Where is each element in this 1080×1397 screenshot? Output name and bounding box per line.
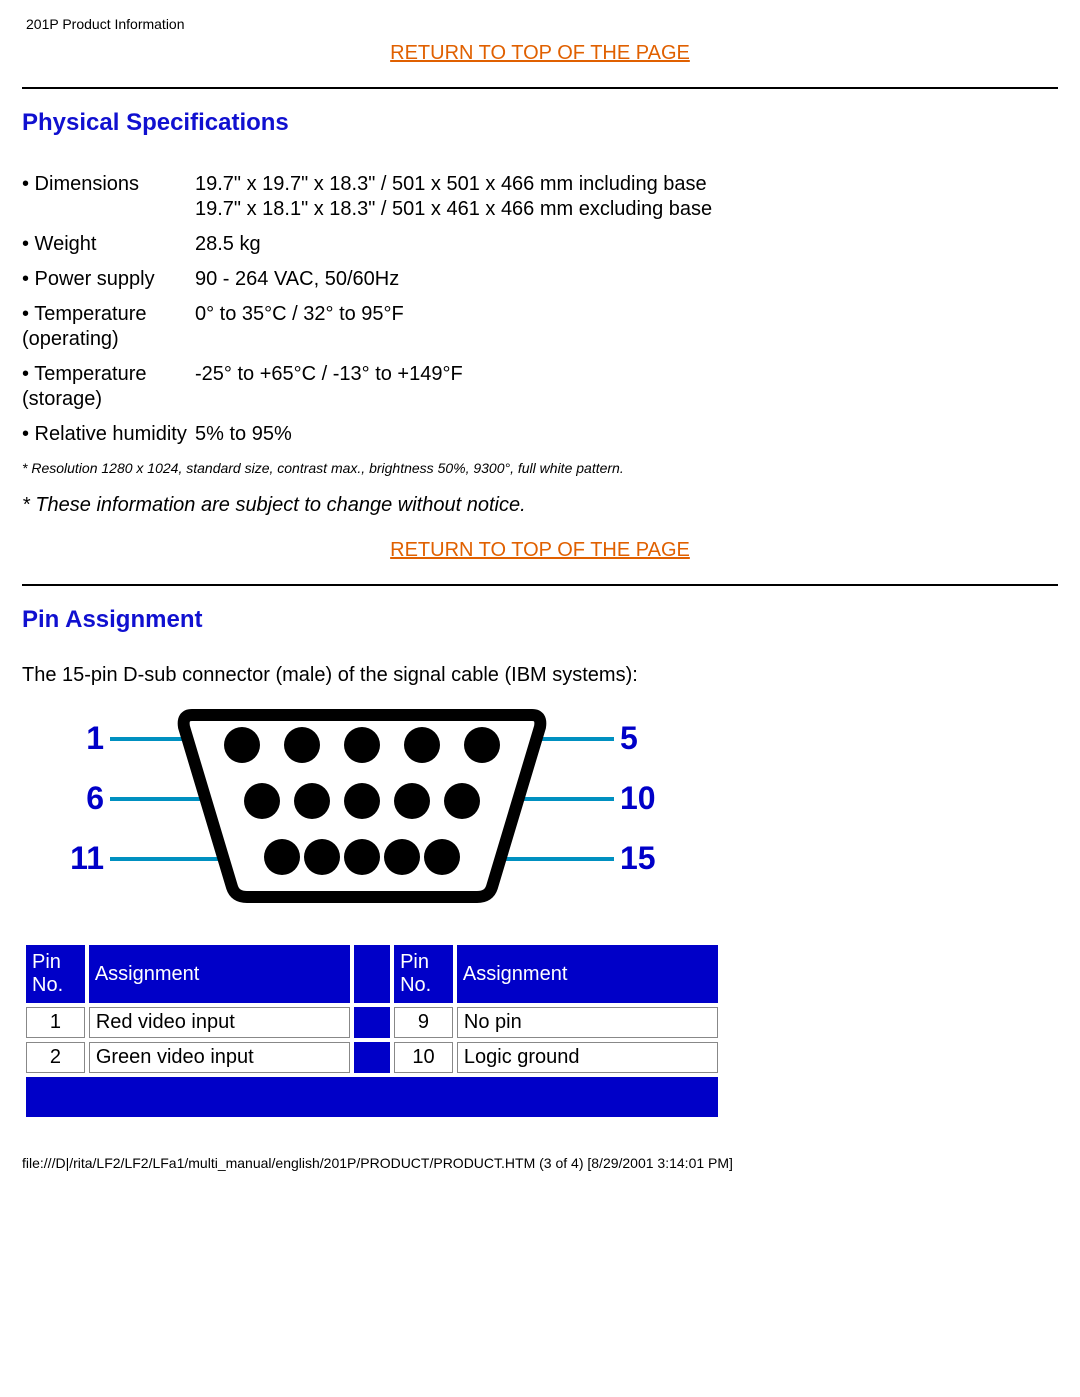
spec-label-power: • Power supply xyxy=(22,262,195,297)
pin-table: Pin No. Assignment Pin No. Assignment 1 … xyxy=(22,941,722,1121)
spec-label-temp-st: • Temperature (storage) xyxy=(22,357,195,417)
pin-assign: No pin xyxy=(457,1007,718,1038)
table-row xyxy=(26,1077,718,1117)
return-top-link[interactable]: RETURN TO TOP OF THE PAGE xyxy=(390,42,690,64)
return-top-link-2[interactable]: RETURN TO TOP OF THE PAGE xyxy=(390,539,690,561)
pin-label-5: 5 xyxy=(620,720,638,756)
pin-gap xyxy=(354,1007,390,1038)
pin-header-assign-right: Assignment xyxy=(457,945,718,1003)
spec-label-dimensions: • Dimensions xyxy=(22,167,195,227)
pin-no: 9 xyxy=(394,1007,453,1038)
table-row: 2 Green video input 10 Logic ground xyxy=(26,1042,718,1073)
physical-specs-heading: Physical Specifications xyxy=(22,109,1058,137)
pin-gap-block xyxy=(26,1077,718,1117)
spec-value-weight: 28.5 kg xyxy=(195,227,720,262)
disclaimer: * These information are subject to chang… xyxy=(22,494,1058,517)
pin-header-assign-left: Assignment xyxy=(89,945,350,1003)
footnote: * Resolution 1280 x 1024, standard size,… xyxy=(22,460,1058,476)
spec-value-humidity: 5% to 95% xyxy=(195,417,720,452)
spec-value-temp-op: 0° to 35°C / 32° to 95°F xyxy=(195,297,720,357)
spec-label-humidity: • Relative humidity xyxy=(22,417,195,452)
divider xyxy=(22,87,1058,89)
pin-label-15: 15 xyxy=(620,840,656,876)
spec-value-temp-st: -25° to +65°C / -13° to +149°F xyxy=(195,357,720,417)
pin-label-1: 1 xyxy=(86,720,104,756)
divider xyxy=(22,584,1058,586)
pin-assign: Green video input xyxy=(89,1042,350,1073)
dsub-diagram: 1 6 11 5 10 15 xyxy=(22,697,1058,913)
pin-gap xyxy=(354,1042,390,1073)
pin-label-10: 10 xyxy=(620,780,656,816)
pin-no: 1 xyxy=(26,1007,85,1038)
page-header: 201P Product Information xyxy=(26,16,1058,32)
spec-label-temp-op: • Temperature (operating) xyxy=(22,297,195,357)
spec-label-weight: • Weight xyxy=(22,227,195,262)
pin-assign: Logic ground xyxy=(457,1042,718,1073)
pin-no: 10 xyxy=(394,1042,453,1073)
spec-value-power: 90 - 264 VAC, 50/60Hz xyxy=(195,262,720,297)
page-footer-path: file:///D|/rita/LF2/LF2/LFa1/multi_manua… xyxy=(22,1155,1058,1171)
pin-label-6: 6 xyxy=(86,780,104,816)
pin-header-no-left: Pin No. xyxy=(26,945,85,1003)
pin-header-gap xyxy=(354,945,390,1003)
pin-header-no-right: Pin No. xyxy=(394,945,453,1003)
pin-description: The 15-pin D-sub connector (male) of the… xyxy=(22,664,1058,687)
spec-value-dimensions: 19.7" x 19.7" x 18.3" / 501 x 501 x 466 … xyxy=(195,167,720,227)
pin-label-11: 11 xyxy=(70,840,104,876)
specs-table: • Dimensions 19.7" x 19.7" x 18.3" / 501… xyxy=(22,167,720,452)
table-row: 1 Red video input 9 No pin xyxy=(26,1007,718,1038)
pin-assignment-heading: Pin Assignment xyxy=(22,606,1058,634)
pin-no: 2 xyxy=(26,1042,85,1073)
pin-assign: Red video input xyxy=(89,1007,350,1038)
